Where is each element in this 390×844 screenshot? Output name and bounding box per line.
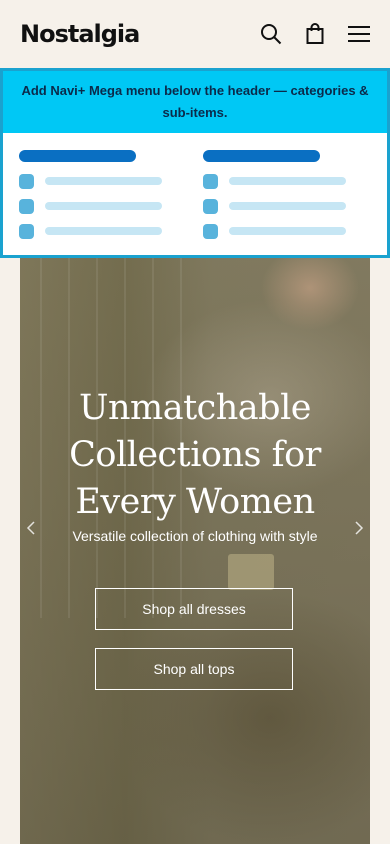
sub-item-label-placeholder [45, 227, 162, 235]
sub-item-icon [19, 173, 34, 189]
chevron-right-icon[interactable] [352, 520, 366, 536]
hero-background-detail [228, 554, 274, 590]
hero-slideshow: Unmatchable Collections for Every Women … [20, 258, 370, 844]
sub-item-label-placeholder [45, 177, 162, 185]
sub-item-placeholder[interactable] [19, 198, 203, 214]
hero-subtitle: Versatile collection of clothing with st… [72, 528, 318, 544]
sub-item-icon [203, 198, 218, 214]
mega-menu-column [203, 150, 387, 248]
site-logo[interactable]: Nostalgia [20, 20, 140, 48]
menu-icon[interactable] [348, 22, 370, 46]
sub-item-icon [203, 223, 218, 239]
bag-icon[interactable] [304, 22, 326, 46]
sub-item-icon [19, 223, 34, 239]
sub-item-placeholder[interactable] [203, 223, 387, 239]
sub-item-placeholder[interactable] [19, 223, 203, 239]
shop-tops-button[interactable]: Shop all tops [95, 648, 293, 690]
sub-item-placeholder[interactable] [203, 173, 387, 189]
header-actions [260, 22, 370, 46]
sub-item-label-placeholder [229, 227, 346, 235]
shop-dresses-button[interactable]: Shop all dresses [95, 588, 293, 630]
sub-item-icon [203, 173, 218, 189]
sub-item-icon [19, 198, 34, 214]
hero-title-line: Collections for [69, 435, 321, 476]
mega-menu-placeholder: Add Navi+ Mega menu below the header — c… [0, 68, 390, 258]
category-heading-placeholder[interactable] [203, 150, 320, 162]
sub-item-label-placeholder [229, 177, 346, 185]
category-heading-placeholder[interactable] [19, 150, 136, 162]
chevron-left-icon[interactable] [24, 520, 38, 536]
site-header: Nostalgia [0, 0, 390, 68]
mega-menu-banner: Add Navi+ Mega menu below the header — c… [3, 71, 387, 133]
mega-menu-column [19, 150, 203, 248]
sub-item-placeholder[interactable] [19, 173, 203, 189]
sub-item-label-placeholder [229, 202, 346, 210]
hero-title: Unmatchable Collections for Every Women [20, 385, 370, 526]
sub-item-placeholder[interactable] [203, 198, 387, 214]
search-icon[interactable] [260, 22, 282, 46]
hero-title-line: Unmatchable [79, 388, 311, 429]
hero-title-line: Every Women [75, 482, 315, 523]
mega-menu-columns [3, 133, 387, 248]
sub-item-label-placeholder [45, 202, 162, 210]
